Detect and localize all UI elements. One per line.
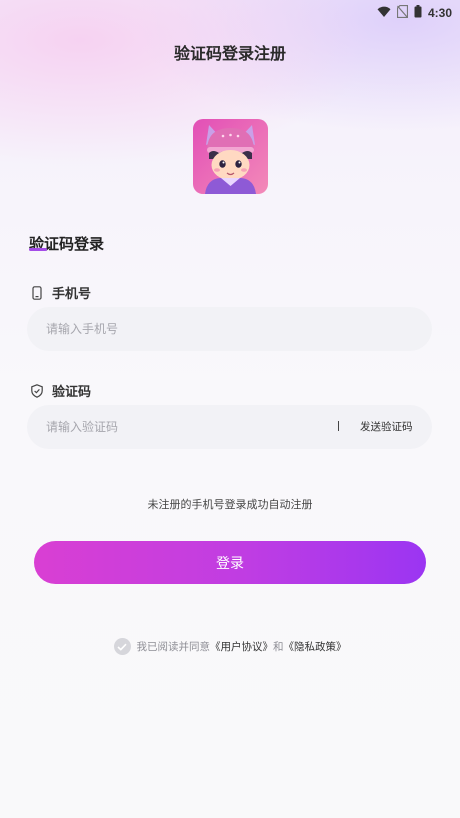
send-code-button[interactable]: 发送验证码 xyxy=(360,405,413,449)
checkmark-icon xyxy=(117,643,127,651)
code-input[interactable] xyxy=(46,405,306,449)
status-bar: 4:30 xyxy=(0,0,460,22)
user-agreement-link[interactable]: 《用户协议》 xyxy=(210,641,273,653)
phone-input[interactable] xyxy=(46,307,306,351)
phone-label-text: 手机号 xyxy=(52,287,92,302)
section-title-underline xyxy=(29,248,47,251)
phone-icon xyxy=(30,285,44,300)
code-label: 验证码 xyxy=(30,381,91,400)
login-button[interactable]: 登录 xyxy=(34,541,426,584)
phone-input-box xyxy=(27,307,432,351)
status-icons: 4:30 xyxy=(377,3,452,22)
status-time: 4:30 xyxy=(427,5,452,20)
phone-label: 手机号 xyxy=(30,283,91,302)
battery-icon xyxy=(414,3,422,22)
agreement-and: 和 xyxy=(273,641,284,653)
no-sim-icon xyxy=(396,3,409,22)
code-divider xyxy=(338,421,339,431)
register-hint: 未注册的手机号登录成功自动注册 xyxy=(147,498,313,511)
agreement-row: 我已阅读并同意《用户协议》和《隐私政策》 xyxy=(0,638,460,655)
app-logo-avatar xyxy=(193,119,268,194)
shield-icon xyxy=(30,383,44,398)
code-label-text: 验证码 xyxy=(52,385,92,400)
code-input-box: 发送验证码 xyxy=(27,405,432,449)
agreement-prefix: 我已阅读并同意 xyxy=(136,641,211,653)
agreement-checkbox[interactable] xyxy=(113,638,131,655)
privacy-policy-link[interactable]: 《隐私政策》 xyxy=(284,641,347,653)
page-title: 验证码登录注册 xyxy=(173,44,286,63)
wifi-icon xyxy=(377,3,391,22)
